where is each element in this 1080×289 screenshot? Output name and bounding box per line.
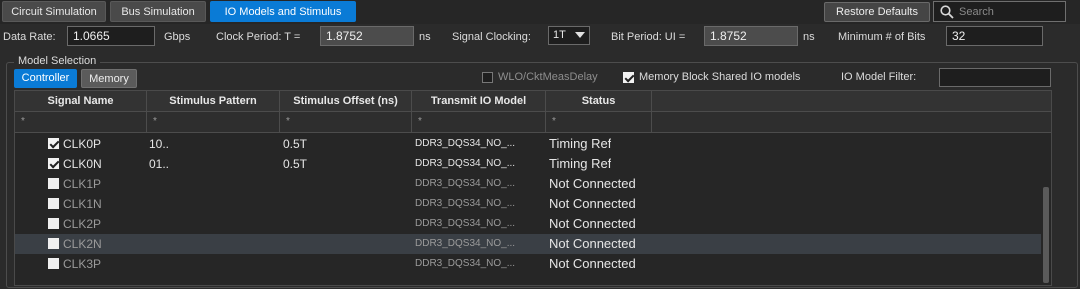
cell-transmit-io-model[interactable]: DDR3_DQS34_NO_... [415,174,515,194]
signal-clocking-value: 1T [553,29,566,41]
tab-io-models-and-stimulus[interactable]: IO Models and Stimulus [210,1,356,22]
cell-signal-name: CLK2P [63,217,102,231]
cell-transmit-io-model[interactable]: DDR3_DQS34_NO_... [415,194,515,214]
filter-transmit-io-model[interactable]: * [412,112,546,132]
tab-circuit-simulation[interactable]: Circuit Simulation [2,1,106,22]
column-header-status[interactable]: Status [546,91,652,112]
cell-status: Not Connected [549,196,636,211]
clock-period-unit: ns [419,31,431,43]
search-placeholder: Search [959,6,994,18]
cell-transmit-io-model[interactable]: DDR3_DQS34_NO_... [415,214,515,234]
column-header-signal-name[interactable]: Signal Name [15,91,147,112]
memory-shared-label: Memory Block Shared IO models [639,71,801,83]
bit-period-unit: ns [803,31,815,43]
cell-stimulus-offset[interactable]: 0.5T [283,134,307,154]
cell-status: Timing Ref [549,156,612,171]
clock-period-label: Clock Period: T = [216,31,301,43]
search-icon [940,5,954,19]
filter-stimulus-pattern[interactable]: * [147,112,280,132]
grid-filter-row: * * * * * [15,112,1051,133]
cell-transmit-io-model[interactable]: DDR3_DQS34_NO_... [415,134,515,154]
cell-signal-name: CLK3P [63,257,102,271]
cell-signal-name: CLK1P [63,177,102,191]
minimum-bits-field[interactable]: 32 [946,26,1043,46]
scrollbar-thumb[interactable] [1043,187,1049,283]
data-rate-field[interactable]: 1.0665 [67,26,155,46]
tab-bus-simulation[interactable]: Bus Simulation [110,1,206,22]
column-header-transmit-io-model[interactable]: Transmit IO Model [412,91,546,112]
grid-vertical-scrollbar[interactable] [1041,133,1051,285]
row-checkbox[interactable] [48,218,59,229]
row-checkbox[interactable] [48,178,59,189]
column-header-stimulus-offset[interactable]: Stimulus Offset (ns) [280,91,412,112]
top-tab-bar: Circuit Simulation Bus Simulation IO Mod… [0,0,1080,24]
search-input[interactable]: Search [933,1,1066,22]
row-checkbox[interactable] [48,258,59,269]
cell-transmit-io-model[interactable]: DDR3_DQS34_NO_... [415,234,515,254]
row-checkbox[interactable] [48,198,59,209]
cell-status: Not Connected [549,256,636,271]
filter-stimulus-offset[interactable]: * [280,112,412,132]
clock-period-field: 1.8752 [320,26,414,46]
cell-signal-name: CLK0N [63,157,102,171]
cell-status: Not Connected [549,176,636,191]
table-row[interactable]: CLK3P DDR3_DQS34_NO_... Not Connected [15,254,1041,274]
table-row[interactable]: CLK2P DDR3_DQS34_NO_... Not Connected [15,214,1041,234]
row-checkbox[interactable] [48,238,59,249]
minimum-bits-label: Minimum # of Bits [838,31,926,43]
io-model-filter-label: IO Model Filter: [841,71,917,83]
cell-transmit-io-model[interactable]: DDR3_DQS34_NO_... [415,254,515,274]
cell-stimulus-offset[interactable]: 0.5T [283,154,307,174]
filter-status[interactable]: * [546,112,652,132]
row-checkbox[interactable] [48,158,59,169]
memory-shared-checkbox[interactable] [623,72,634,83]
table-row[interactable]: CLK0P 10.. 0.5T DDR3_DQS34_NO_... Timing… [15,134,1041,154]
table-row-selected[interactable]: CLK2N DDR3_DQS34_NO_... Not Connected [15,234,1041,254]
cell-status: Timing Ref [549,136,612,151]
cell-signal-name: CLK0P [63,137,102,151]
restore-defaults-button[interactable]: Restore Defaults [824,2,930,22]
cell-signal-name: CLK1N [63,197,102,211]
column-header-stimulus-pattern[interactable]: Stimulus Pattern [147,91,280,112]
bit-period-label: Bit Period: UI = [611,31,686,43]
cell-status: Not Connected [549,236,636,251]
filter-signal-name[interactable]: * [15,112,147,132]
row-checkbox[interactable] [48,138,59,149]
cell-signal-name: CLK2N [63,237,102,251]
cell-transmit-io-model[interactable]: DDR3_DQS34_NO_... [415,154,515,174]
subtab-controller[interactable]: Controller [14,69,77,88]
grid-header: Signal Name Stimulus Pattern Stimulus Of… [15,91,1051,112]
table-row[interactable]: CLK1P DDR3_DQS34_NO_... Not Connected [15,174,1041,194]
cell-stimulus-pattern[interactable]: 01.. [149,154,169,174]
signal-clocking-select[interactable]: 1T [548,26,590,45]
table-row[interactable]: CLK1N DDR3_DQS34_NO_... Not Connected [15,194,1041,214]
signal-clocking-label: Signal Clocking: [452,31,531,43]
signal-grid: Signal Name Stimulus Pattern Stimulus Of… [14,90,1052,286]
subtab-memory[interactable]: Memory [81,69,137,88]
data-rate-label: Data Rate: [3,31,56,43]
model-selection-title: Model Selection [14,55,101,67]
io-model-filter-input[interactable] [939,68,1051,87]
cell-status: Not Connected [549,216,636,231]
table-row[interactable]: CLK0N 01.. 0.5T DDR3_DQS34_NO_... Timing… [15,154,1041,174]
wlo-checkbox[interactable] [482,72,493,83]
bit-period-field: 1.8752 [704,26,798,46]
cell-stimulus-pattern[interactable]: 10.. [149,134,169,154]
wlo-label: WLO/CktMeasDelay [498,71,598,83]
chevron-down-icon [575,32,585,38]
data-rate-unit: Gbps [164,31,191,43]
